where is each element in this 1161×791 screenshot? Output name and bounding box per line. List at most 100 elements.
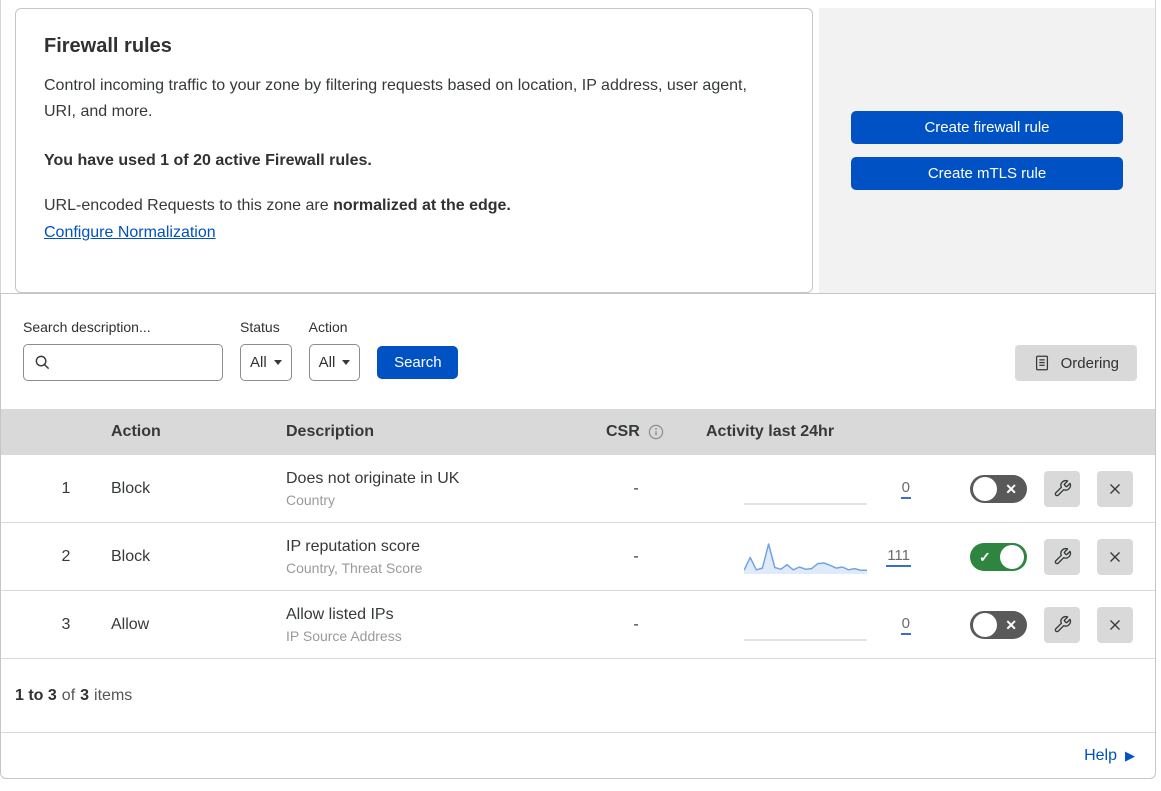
chevron-down-icon — [342, 360, 351, 365]
ordering-list-icon — [1035, 355, 1048, 371]
rule-action: Allow — [111, 615, 150, 633]
table-row: 2 Block IP reputation score Country, Thr… — [1, 523, 1155, 591]
rule-activity-cell: 111 — [686, 540, 916, 574]
activity-sparkline — [744, 638, 867, 641]
search-icon — [35, 355, 50, 370]
header-csr: CSR — [586, 423, 686, 441]
configure-normalization-link[interactable]: Configure Normalization — [44, 224, 216, 241]
rule-action: Block — [111, 547, 151, 565]
normalization-bold: normalized at the edge. — [333, 197, 511, 214]
page-description: Control incoming traffic to your zone by… — [44, 77, 747, 120]
status-label: Status — [240, 319, 280, 335]
rule-csr-value: - — [633, 547, 639, 565]
rule-priority: 2 — [61, 547, 71, 565]
delete-rule-button[interactable] — [1097, 538, 1133, 575]
activity-count-link[interactable]: 0 — [900, 615, 911, 635]
activity-count-link[interactable]: 0 — [900, 479, 911, 499]
rule-controls: ✓ ✕ — [916, 606, 1155, 643]
activity-sparkline — [744, 542, 867, 574]
rule-enabled-toggle[interactable]: ✓ ✕ — [970, 610, 1027, 639]
normalization-note: URL-encoded Requests to this zone are no… — [44, 197, 784, 215]
wrench-icon — [1054, 615, 1071, 633]
create-firewall-rule-button[interactable]: Create firewall rule — [851, 111, 1123, 144]
page-title: Firewall rules — [44, 35, 172, 57]
toggle-knob — [973, 476, 997, 501]
delete-rule-button[interactable] — [1097, 606, 1133, 643]
actions-panel: Create firewall rule Create mTLS rule — [819, 8, 1155, 293]
toggle-knob — [973, 612, 997, 637]
activity-count-link[interactable]: 111 — [886, 547, 911, 567]
search-button[interactable]: Search — [377, 346, 459, 379]
search-input-wrapper — [23, 344, 223, 381]
help-arrow-icon: ▶ — [1125, 748, 1135, 763]
edit-rule-button[interactable] — [1044, 538, 1080, 575]
rule-action: Block — [111, 479, 151, 497]
status-select[interactable]: All — [240, 344, 292, 381]
rule-controls: ✓ ✕ — [916, 470, 1155, 507]
pagination-range: 1 to 3 — [15, 686, 57, 704]
create-mtls-rule-button[interactable]: Create mTLS rule — [851, 157, 1123, 190]
activity-sparkline — [744, 502, 867, 505]
rule-description: Allow listed IPs — [286, 605, 394, 623]
header-activity: Activity last 24hr — [706, 423, 835, 440]
rule-activity-cell: 0 — [686, 472, 916, 506]
table-header-row: Action Description CSR Activity last 24h… — [1, 409, 1155, 455]
x-icon: ✕ — [1005, 616, 1017, 633]
firewall-rules-page: Firewall rules Control incoming traffic … — [0, 0, 1156, 779]
info-icon[interactable] — [648, 424, 664, 440]
ordering-button[interactable]: Ordering — [1014, 345, 1137, 381]
rule-description: IP reputation score — [286, 537, 421, 555]
search-field: Search description... — [23, 319, 223, 381]
delete-x-icon — [1110, 483, 1120, 494]
rule-priority: 3 — [61, 615, 71, 633]
check-icon: ✓ — [979, 548, 991, 565]
status-field: Status All — [240, 319, 292, 381]
rule-fields: Country — [286, 491, 336, 508]
help-label: Help — [1084, 746, 1117, 764]
action-label: Action — [308, 319, 348, 335]
rule-csr-value: - — [633, 479, 639, 497]
rule-csr-value: - — [633, 615, 639, 633]
action-select[interactable]: All — [308, 344, 361, 381]
header-description: Description — [286, 423, 375, 440]
help-footer: Help ▶ — [1, 733, 1155, 778]
delete-x-icon — [1110, 619, 1120, 630]
wrench-icon — [1054, 479, 1071, 497]
ordering-button-label: Ordering — [1060, 354, 1119, 372]
edit-rule-button[interactable] — [1044, 470, 1080, 507]
rule-controls: ✓ ✕ — [916, 538, 1155, 575]
chevron-down-icon — [273, 360, 282, 365]
wrench-icon — [1054, 547, 1071, 565]
rule-priority: 1 — [61, 479, 71, 497]
rule-fields: Country, Threat Score — [286, 559, 423, 576]
rules-card: Search description... Status All Action — [0, 293, 1156, 779]
rule-description: Does not originate in UK — [286, 469, 460, 487]
usage-summary: You have used 1 of 20 active Firewall ru… — [44, 152, 372, 169]
header-csr-label: CSR — [606, 423, 640, 440]
toggle-knob — [1000, 544, 1024, 569]
rule-activity-cell: 0 — [686, 608, 916, 642]
table-row: 3 Allow Allow listed IPs IP Source Addre… — [1, 591, 1155, 659]
status-select-value: All — [250, 354, 267, 371]
rule-description-cell: IP reputation score Country, Threat Scor… — [266, 538, 586, 576]
action-select-value: All — [318, 354, 336, 371]
filter-bar: Search description... Status All Action — [1, 294, 1155, 409]
top-section: Firewall rules Control incoming traffic … — [0, 0, 1156, 293]
delete-rule-button[interactable] — [1097, 470, 1133, 507]
x-icon: ✕ — [1005, 480, 1017, 497]
edit-rule-button[interactable] — [1044, 606, 1080, 643]
rule-enabled-toggle[interactable]: ✓ ✕ — [970, 474, 1027, 503]
pagination-items: items — [94, 686, 133, 704]
rule-enabled-toggle[interactable]: ✓ ✕ — [970, 542, 1027, 571]
rule-description-cell: Does not originate in UK Country — [266, 470, 586, 508]
rule-description-cell: Allow listed IPs IP Source Address — [266, 606, 586, 644]
overview-card: Firewall rules Control incoming traffic … — [15, 8, 813, 293]
help-link[interactable]: Help ▶ — [1084, 747, 1135, 765]
normalization-text: URL-encoded Requests to this zone are — [44, 197, 329, 214]
search-input[interactable] — [58, 352, 212, 373]
action-field: Action All — [308, 319, 361, 381]
header-action: Action — [111, 423, 161, 440]
pagination-summary: 1 to 3 of 3 items — [1, 659, 1155, 733]
rule-fields: IP Source Address — [286, 627, 402, 644]
table-row: 1 Block Does not originate in UK Country… — [1, 455, 1155, 523]
